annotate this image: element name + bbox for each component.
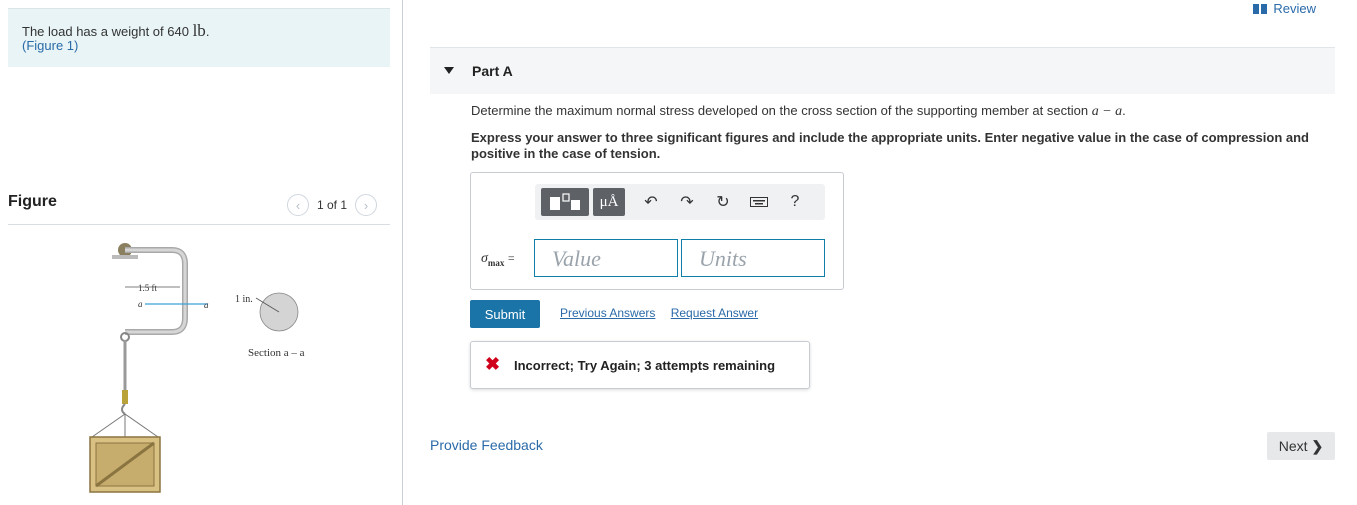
- weight-suffix: .: [205, 24, 210, 39]
- templates-button[interactable]: [541, 188, 589, 216]
- panel-divider: [402, 0, 403, 505]
- turnbuckle: [122, 390, 128, 404]
- chevron-right-icon: ›: [363, 197, 369, 213]
- review-link[interactable]: Review: [1253, 1, 1316, 16]
- next-figure-button[interactable]: ›: [355, 194, 378, 216]
- part-title: Part A: [472, 63, 513, 79]
- previous-answers-link[interactable]: Previous Answers: [560, 306, 655, 320]
- question-end: .: [1122, 103, 1126, 118]
- keyboard-icon[interactable]: [749, 192, 769, 212]
- left-panel: The load has a weight of 640 lb. (Figure…: [0, 0, 402, 505]
- provide-feedback-link[interactable]: Provide Feedback: [430, 437, 543, 453]
- redo-icon[interactable]: ↷: [677, 192, 697, 212]
- reset-icon[interactable]: ↻: [713, 192, 733, 212]
- units-button[interactable]: μÅ: [593, 188, 625, 216]
- math-toolbar: μÅ ↶ ↷ ↻ ?: [535, 184, 825, 220]
- question-body: Determine the maximum normal stress deve…: [471, 103, 1089, 118]
- part-a-header[interactable]: Part A: [430, 48, 1335, 94]
- clamp-figure: 1.5 ft a a 1 in. Section a – a: [89, 243, 305, 493]
- section-math: a − a: [1091, 104, 1123, 119]
- book-icon: [1253, 3, 1268, 14]
- answer-links: Previous Answers Request Answer: [560, 306, 770, 320]
- section-marker-right: a: [204, 300, 209, 310]
- figure-link[interactable]: (Figure 1): [22, 38, 78, 53]
- undo-icon[interactable]: ↶: [641, 192, 661, 212]
- error-icon: ✖: [485, 354, 501, 374]
- hook: [121, 403, 126, 415]
- ceiling-plate: [112, 255, 138, 259]
- equals-sign: =: [507, 251, 515, 265]
- request-answer-link[interactable]: Request Answer: [671, 306, 758, 320]
- answer-box: μÅ ↶ ↷ ↻ ? σmax = Value Units: [470, 172, 844, 290]
- figure-heading: Figure: [8, 193, 57, 210]
- variable-label: σmax =: [481, 251, 515, 268]
- chevron-left-icon: ‹: [295, 197, 301, 213]
- figure-pager: ‹ 1 of 1 ›: [287, 194, 378, 216]
- problem-intro: The load has a weight of 640 lb. (Figure…: [8, 8, 390, 67]
- feedback-box: ✖ Incorrect; Try Again; 3 attempts remai…: [470, 341, 810, 389]
- templates-icon: [550, 193, 580, 210]
- review-label: Review: [1273, 1, 1316, 16]
- collapse-triangle-icon: [444, 67, 454, 74]
- sigma-subscript: max: [487, 257, 505, 268]
- help-button[interactable]: ?: [785, 192, 805, 212]
- figure-page-indicator: 1 of 1: [317, 198, 348, 212]
- chevron-right-icon: ❯: [1311, 437, 1324, 454]
- weight-unit: lb: [192, 21, 206, 40]
- divider: [8, 224, 390, 225]
- feedback-message: Incorrect; Try Again; 3 attempts remaini…: [514, 358, 776, 373]
- value-input[interactable]: Value: [534, 239, 678, 277]
- next-button[interactable]: Next ❯: [1267, 432, 1335, 460]
- section-caption: Section a – a: [248, 347, 305, 359]
- question-text: Determine the maximum normal stress deve…: [471, 103, 1126, 120]
- dim-length-label: 1.5 ft: [138, 283, 157, 293]
- diameter-label: 1 in.: [235, 294, 253, 305]
- prev-figure-button[interactable]: ‹: [287, 194, 309, 216]
- cable-right: [124, 413, 159, 438]
- cable-left: [91, 413, 126, 438]
- instructions: Express your answer to three significant…: [471, 130, 1309, 161]
- sigma-symbol: σ: [481, 251, 488, 266]
- next-label: Next: [1278, 438, 1308, 454]
- weight-text: The load has a weight of 640: [22, 24, 189, 39]
- units-input[interactable]: Units: [681, 239, 825, 277]
- section-marker-left: a: [138, 299, 143, 309]
- submit-button[interactable]: Submit: [470, 300, 540, 328]
